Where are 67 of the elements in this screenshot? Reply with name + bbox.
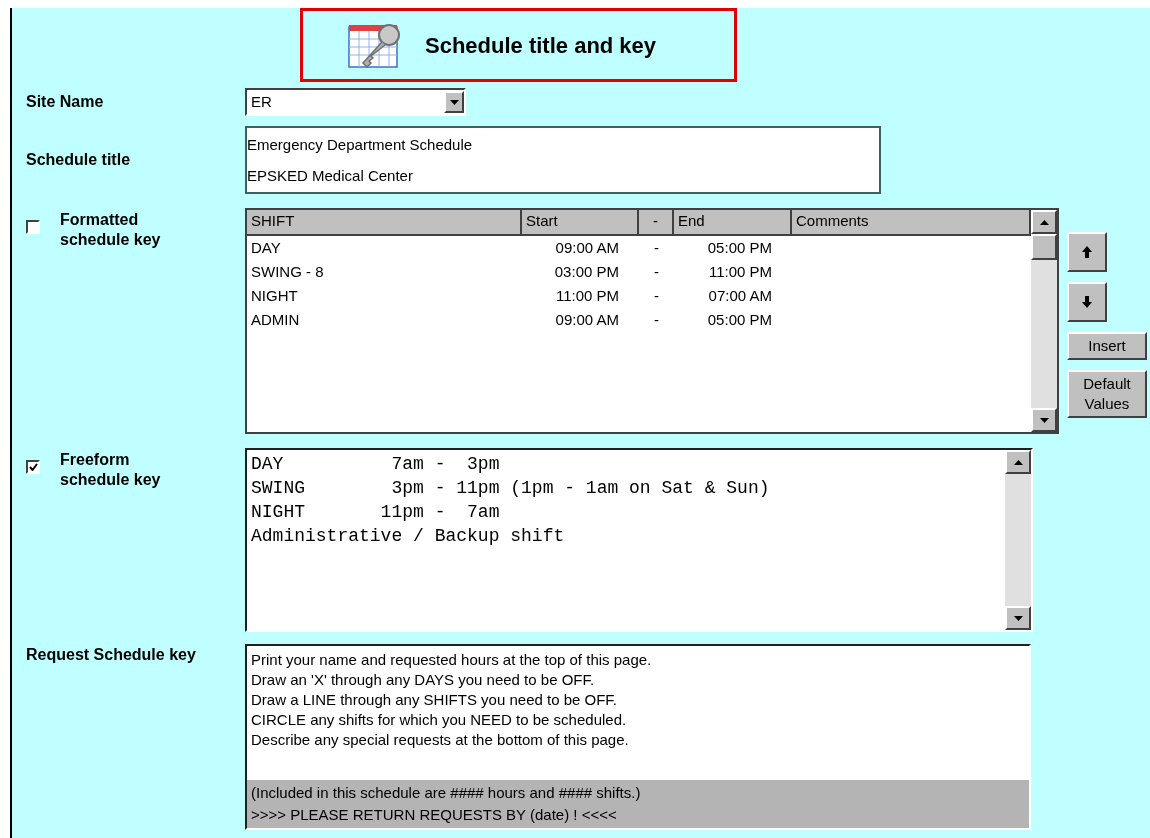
table-cell: 11:00 PM xyxy=(555,287,619,304)
table-cell: 05:00 PM xyxy=(707,311,772,328)
table-cell: - xyxy=(654,263,659,280)
title-line: Emergency Department Schedule xyxy=(247,135,474,155)
site-name-dropdown[interactable]: ER xyxy=(245,88,466,116)
table-cell: 11:00 PM xyxy=(708,263,772,280)
checkbox[interactable] xyxy=(26,460,40,474)
field-label: Request Schedule key xyxy=(26,645,197,665)
schedule-title-field[interactable]: Emergency Department Schedule EPSKED Medical Center xyxy=(245,126,881,194)
request-line: Print your name and requested hours at the top of this page. xyxy=(251,650,653,670)
table-cell: 03:00 PM xyxy=(554,263,619,280)
request-line: Draw an 'X' through any DAYS you need to be OFF. xyxy=(251,670,596,690)
request-line: Describe any special requests at the bottom of this page. xyxy=(251,730,630,750)
table-cell: - xyxy=(654,287,659,304)
request-line: Draw a LINE through any SHIFTS you need to be OFF. xyxy=(251,690,618,710)
scrollbar[interactable] xyxy=(1031,210,1057,432)
checkbox-label: Formatted schedule key xyxy=(60,210,162,250)
freeform-key-field[interactable]: DAY 7am - 3pm SWING 3pm - 11pm (1pm - 1am on Sat & Sun) NIGHT 11pm - 7am Administrative / Backup shift xyxy=(245,448,1033,632)
key-line: Administrative / Backup shift xyxy=(251,525,566,548)
table-cell: 07:00 AM xyxy=(708,287,772,304)
key-line: SWING 3pm - 11pm (1pm - 1am on Sat & Sun) xyxy=(251,477,771,500)
scroll-up-button[interactable] xyxy=(1031,210,1057,234)
up-triangle-icon xyxy=(1013,459,1023,465)
table-cell: DAY xyxy=(251,239,281,256)
table-cell: - xyxy=(654,239,659,256)
table-cell: - xyxy=(654,311,659,328)
table-cell: 09:00 AM xyxy=(555,239,619,256)
table-cell: ADMIN xyxy=(251,311,300,328)
move-up-button[interactable] xyxy=(1067,232,1107,272)
field-label: Site Name xyxy=(26,92,105,112)
dropdown-button[interactable] xyxy=(444,91,464,113)
table-cell: 09:00 AM xyxy=(555,311,619,328)
table-cell: NIGHT xyxy=(251,287,298,304)
column-header[interactable]: Start xyxy=(522,210,639,236)
request-line: CIRCLE any shifts for which you NEED to be scheduled. xyxy=(251,710,628,730)
key-line: NIGHT 11pm - 7am xyxy=(251,501,501,524)
calendar-key-icon xyxy=(347,21,403,69)
title-line: EPSKED Medical Center xyxy=(247,166,414,186)
footer-line: (Included in this schedule are #### hours and #### shifts.) xyxy=(251,783,642,803)
scroll-thumb[interactable] xyxy=(1031,234,1057,260)
field-label: Schedule title xyxy=(26,150,132,170)
column-header[interactable]: Comments xyxy=(792,210,1031,236)
checkbox[interactable] xyxy=(26,220,40,234)
down-arrow-icon xyxy=(1082,296,1092,308)
move-down-button[interactable] xyxy=(1067,282,1107,322)
down-triangle-icon xyxy=(1013,615,1023,621)
scroll-up-button[interactable] xyxy=(1005,450,1031,474)
table-cell: SWING - 8 xyxy=(251,263,324,280)
key-line: DAY 7am - 3pm xyxy=(251,453,501,476)
scroll-down-button[interactable] xyxy=(1031,408,1057,432)
dropdown-caret-icon xyxy=(449,99,459,105)
text-button[interactable]: Insert xyxy=(1067,332,1147,360)
up-triangle-icon xyxy=(1039,219,1049,225)
column-header[interactable]: - xyxy=(639,210,674,236)
scrollbar[interactable] xyxy=(1005,450,1031,630)
text-button[interactable]: Default Values xyxy=(1067,370,1147,418)
down-triangle-icon xyxy=(1039,417,1049,423)
checkbox-label: Freeform schedule key xyxy=(60,450,162,490)
up-arrow-icon xyxy=(1082,246,1092,258)
footer-line: >>>> PLEASE RETURN REQUESTS BY (date) ! <<<< xyxy=(251,805,618,825)
scroll-down-button[interactable] xyxy=(1005,606,1031,630)
header-title: Schedule title and key xyxy=(425,31,657,60)
column-header[interactable]: End xyxy=(674,210,792,236)
column-header[interactable]: SHIFT xyxy=(247,210,522,236)
table-cell: 05:00 PM xyxy=(707,239,772,256)
request-key-field[interactable] xyxy=(247,646,1029,780)
checkmark-icon xyxy=(28,463,38,471)
